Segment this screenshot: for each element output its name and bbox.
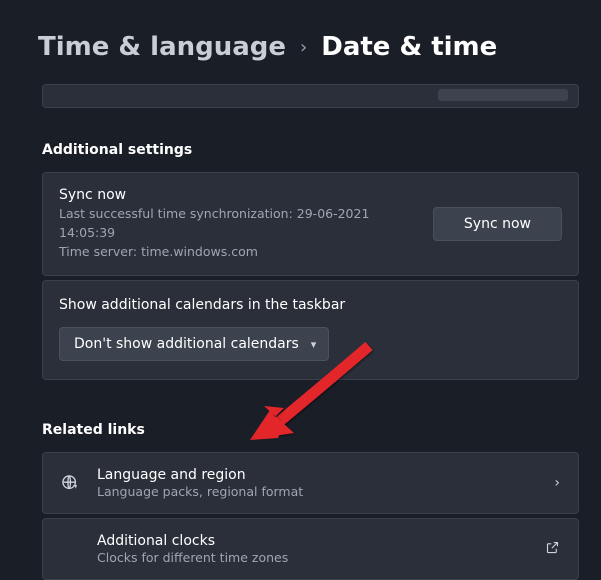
language-region-title: Language and region (97, 467, 538, 483)
chevron-right-icon: › (554, 475, 560, 491)
settings-card-partial (42, 84, 579, 108)
section-related-links: Related links (42, 422, 579, 438)
sync-last: Last successful time synchronization: 29… (59, 205, 417, 243)
additional-calendars-label: Show additional calendars in the taskbar (59, 297, 562, 313)
sync-title: Sync now (59, 187, 417, 203)
language-region-sub: Language packs, regional format (97, 484, 538, 499)
partial-button[interactable] (438, 89, 568, 101)
additional-calendars-card: Show additional calendars in the taskbar… (42, 280, 579, 380)
chevron-right-icon: › (300, 37, 307, 58)
dropdown-selected: Don't show additional calendars (74, 336, 299, 352)
breadcrumb: Time & language › Date & time (0, 0, 601, 84)
globe-icon (59, 473, 81, 493)
open-external-icon (545, 540, 560, 559)
breadcrumb-parent[interactable]: Time & language (38, 32, 286, 62)
additional-clocks-title: Additional clocks (97, 533, 529, 549)
breadcrumb-current: Date & time (321, 32, 497, 62)
sync-now-card: Sync now Last successful time synchroniz… (42, 172, 579, 276)
section-additional-settings: Additional settings (42, 142, 579, 158)
chevron-down-icon: ▾ (311, 338, 317, 351)
additional-clocks-sub: Clocks for different time zones (97, 550, 529, 565)
language-region-link[interactable]: Language and region Language packs, regi… (42, 452, 579, 514)
additional-calendars-dropdown[interactable]: Don't show additional calendars ▾ (59, 327, 329, 361)
additional-clocks-link[interactable]: Additional clocks Clocks for different t… (42, 518, 579, 580)
sync-server: Time server: time.windows.com (59, 243, 417, 262)
sync-now-button[interactable]: Sync now (433, 207, 562, 241)
